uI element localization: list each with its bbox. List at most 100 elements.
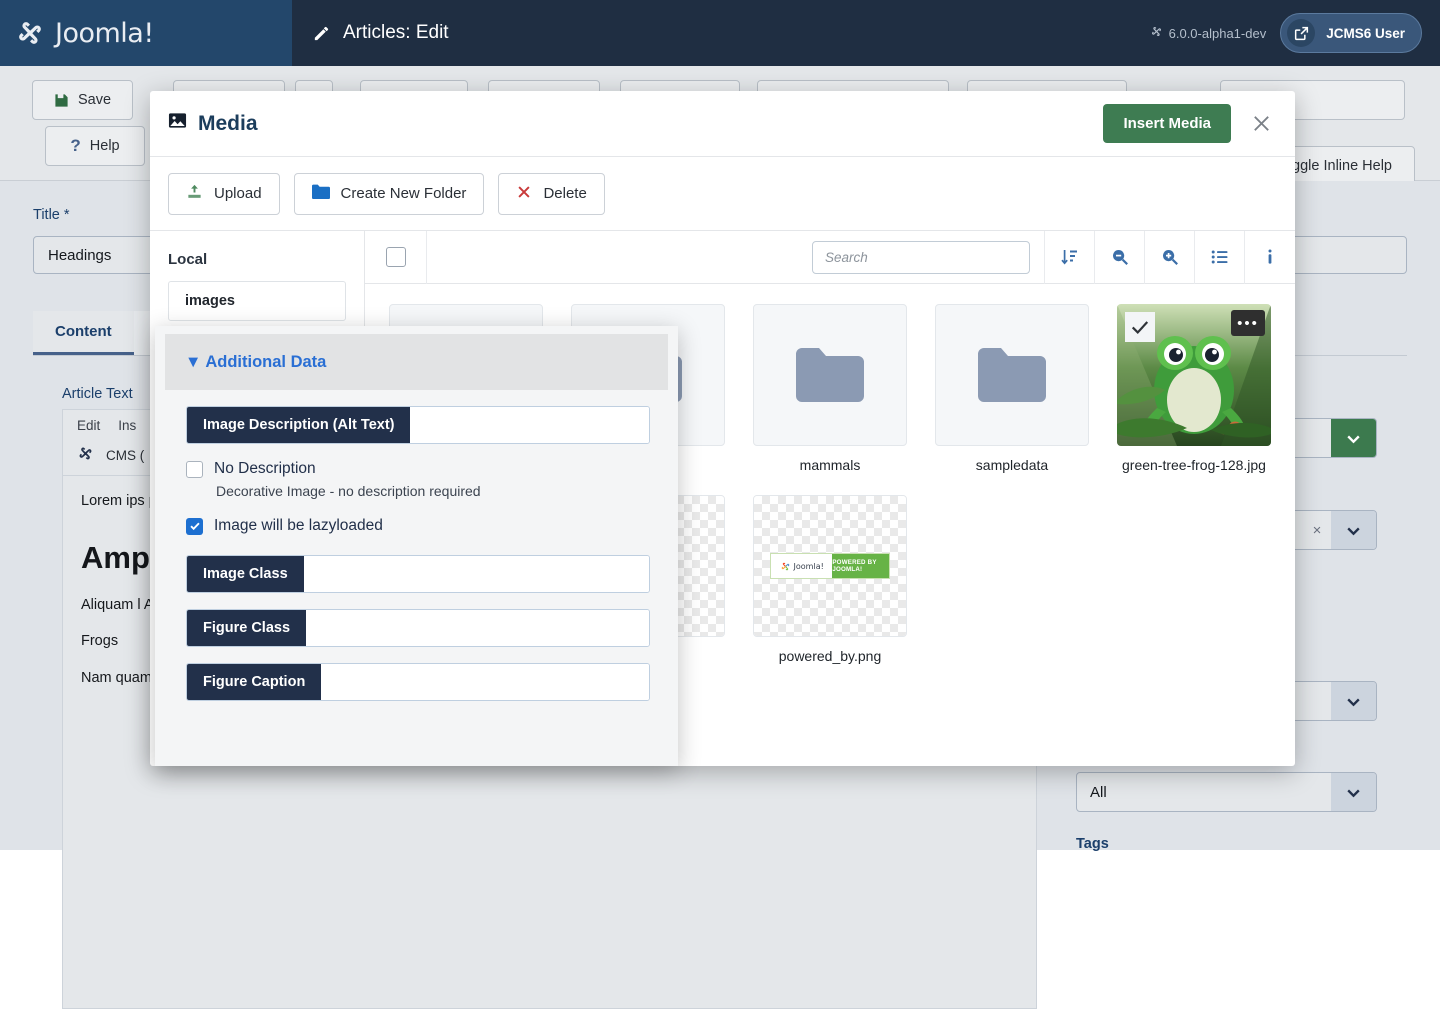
media-modal-header: Media Insert Media [150, 91, 1295, 157]
figure-caption-field-group: Figure Caption [186, 663, 650, 701]
folder-icon [312, 184, 330, 203]
upload-button[interactable]: Upload [168, 173, 280, 215]
checkbox-checked-icon[interactable] [186, 518, 203, 535]
help-button[interactable]: ? Help [45, 126, 145, 166]
media-tree-item-label: images [185, 293, 235, 309]
brand-zone[interactable]: Joomla! [0, 0, 292, 66]
no-description-checkbox-row[interactable]: No Description [186, 460, 650, 478]
folder-tile[interactable] [753, 304, 907, 446]
banner-left: Joomla! [771, 554, 832, 578]
media-tree-item-images[interactable]: images [168, 281, 346, 321]
joomla-mark-icon [14, 17, 46, 49]
create-new-folder-button[interactable]: Create New Folder [294, 173, 485, 215]
zoom-out-icon[interactable] [1095, 231, 1145, 284]
joomla-icon [77, 445, 94, 465]
media-item-name: green-tree-frog-128.jpg [1117, 457, 1271, 473]
media-sidebar-heading: Local [168, 251, 346, 268]
figure-caption-input[interactable] [321, 664, 649, 700]
banner-left-text: Joomla! [794, 562, 824, 571]
user-menu-button[interactable]: JCMS6 User [1280, 13, 1422, 53]
no-description-label: No Description [214, 460, 316, 478]
editor-menu-insert[interactable]: Ins [118, 418, 136, 433]
figure-class-input[interactable] [306, 610, 649, 646]
page-title-zone: Articles: Edit [292, 0, 1150, 66]
select-all-checkbox[interactable] [365, 231, 427, 284]
banner-right-text: POWERED BY JOOMLA! [832, 554, 889, 578]
chevron-down-icon [1331, 419, 1376, 457]
media-modal-title: Media [198, 112, 258, 136]
save-button[interactable]: Save [32, 80, 133, 120]
checkbox-icon[interactable] [186, 461, 203, 478]
version-text: 6.0.0-alpha1-dev [1169, 26, 1267, 41]
insert-media-button[interactable]: Insert Media [1103, 104, 1231, 143]
image-tile-frog[interactable]: ••• [1117, 304, 1271, 446]
image-class-field-group: Image Class [186, 555, 650, 593]
media-item[interactable]: Joomla! POWERED BY JOOMLA! powered_by.pn… [753, 495, 907, 664]
media-item-name: powered_by.png [753, 648, 907, 664]
brand-wordmark: Joomla! [55, 18, 154, 49]
close-icon[interactable] [1245, 108, 1277, 140]
x-mark-icon [516, 184, 532, 204]
folder-tile[interactable] [935, 304, 1089, 446]
media-item-selected[interactable]: ••• green-tree-frog-128.jpg [1117, 304, 1271, 473]
joomla-logo[interactable]: Joomla! [14, 17, 154, 49]
delete-button[interactable]: Delete [498, 173, 604, 215]
additional-data-body: Image Description (Alt Text) No Descript… [155, 390, 678, 701]
media-action-bar: Upload Create New Folder Delete [150, 157, 1295, 231]
tab-content[interactable]: Content [33, 311, 134, 355]
search-cell: Search [798, 231, 1045, 284]
figure-caption-label: Figure Caption [187, 664, 321, 700]
lazyload-label: Image will be lazyloaded [214, 517, 383, 535]
create-new-folder-label: Create New Folder [341, 185, 467, 202]
additional-data-toggle[interactable]: ▼ Additional Data [185, 353, 326, 372]
title-input-value: Headings [48, 247, 111, 264]
editor-menu-edit[interactable]: Edit [77, 418, 100, 433]
figure-class-field-group: Figure Class [186, 609, 650, 647]
list-view-icon[interactable] [1195, 231, 1245, 284]
media-modal-title-group: Media [168, 111, 258, 136]
page-title: Articles: Edit [343, 22, 449, 44]
alt-text-input[interactable] [410, 407, 649, 443]
floppy-disk-icon [54, 93, 69, 108]
zoom-in-icon[interactable] [1145, 231, 1195, 284]
sort-icon[interactable] [1045, 231, 1095, 284]
title-field-label: Title * [33, 207, 70, 223]
checkbox-icon [386, 247, 406, 267]
figure-class-label: Figure Class [187, 610, 306, 646]
powered-by-banner: Joomla! POWERED BY JOOMLA! [770, 553, 890, 579]
alt-text-label: Image Description (Alt Text) [187, 407, 410, 443]
joomla-icon [780, 561, 791, 572]
additional-data-title: Additional Data [205, 353, 326, 371]
sidebar-select-4[interactable]: All [1076, 772, 1377, 812]
search-placeholder: Search [825, 250, 868, 265]
breadcrumb [427, 231, 798, 284]
image-tile-powered-by[interactable]: Joomla! POWERED BY JOOMLA! [753, 495, 907, 637]
upload-label: Upload [214, 185, 262, 202]
version-indicator: 6.0.0-alpha1-dev [1150, 25, 1267, 41]
search-input[interactable]: Search [812, 241, 1030, 274]
topbar-right: 6.0.0-alpha1-dev JCMS6 User [1150, 0, 1440, 66]
selected-check-icon[interactable] [1125, 312, 1155, 342]
media-item-name: sampledata [935, 457, 1089, 473]
lazyload-checkbox-row[interactable]: Image will be lazyloaded [186, 517, 650, 535]
folder-icon [796, 348, 864, 402]
chevron-down-icon [1331, 773, 1376, 811]
folder-icon [978, 348, 1046, 402]
user-name: JCMS6 User [1326, 26, 1405, 41]
image-class-input[interactable] [304, 556, 649, 592]
chevron-down-icon: ▼ [185, 353, 201, 371]
editor-cms-button-label[interactable]: CMS ( [106, 448, 144, 463]
clear-icon[interactable]: × [1303, 522, 1331, 539]
save-label: Save [78, 92, 111, 108]
media-item[interactable]: sampledata [935, 304, 1089, 473]
no-description-help-text: Decorative Image - no description requir… [216, 483, 650, 499]
help-label: Help [90, 138, 120, 154]
image-icon [168, 111, 187, 136]
external-link-icon [1287, 19, 1315, 47]
media-item[interactable]: mammals [753, 304, 907, 473]
additional-data-header[interactable]: ▼ Additional Data [165, 334, 668, 390]
article-text-label: Article Text [62, 386, 133, 402]
item-actions-menu-icon[interactable]: ••• [1231, 310, 1265, 336]
info-icon[interactable] [1245, 231, 1295, 284]
chevron-down-icon [1331, 511, 1376, 549]
